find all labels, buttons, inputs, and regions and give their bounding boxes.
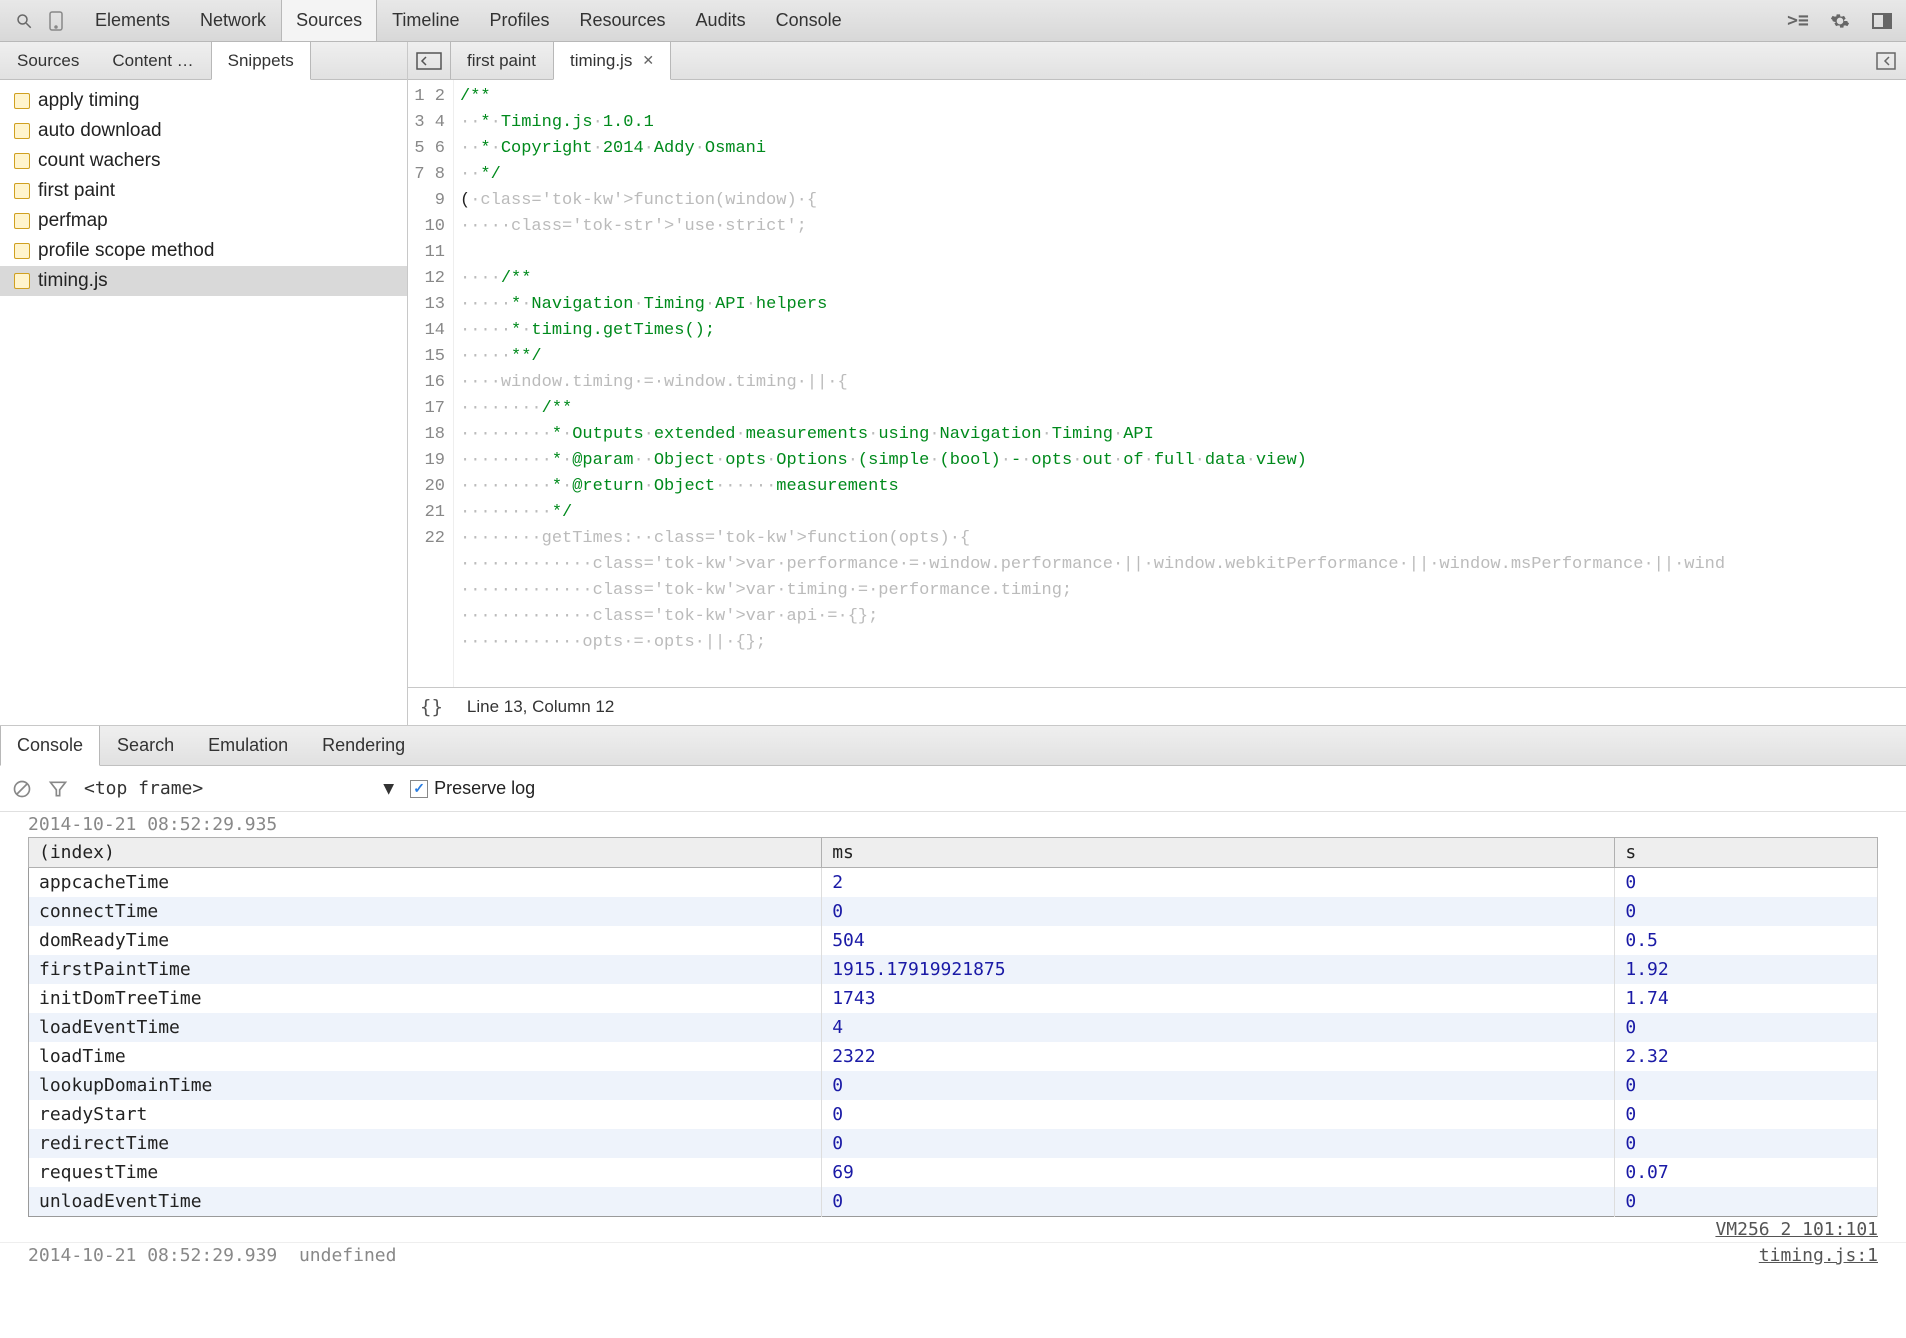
table-row: appcacheTime20	[29, 868, 1878, 898]
table-row: domReadyTime5040.5	[29, 926, 1878, 955]
sidebar-tab[interactable]: Sources	[0, 42, 96, 79]
file-label: profile scope method	[38, 240, 214, 262]
file-label: first paint	[38, 180, 115, 202]
filter-icon[interactable]	[48, 779, 68, 799]
snippet-file-item[interactable]: perfmap	[0, 206, 407, 236]
device-icon[interactable]	[40, 5, 72, 37]
drawer-tab-emulation[interactable]: Emulation	[191, 726, 305, 765]
table-row: redirectTime00	[29, 1129, 1878, 1158]
close-icon[interactable]: ✕	[642, 52, 654, 69]
snippets-file-list: apply timing auto download count wachers fi…	[0, 80, 407, 725]
editor-tab[interactable]: first paint	[450, 42, 553, 79]
snippet-file-icon	[14, 93, 30, 109]
panel-tab-console[interactable]: Console	[761, 0, 857, 41]
console-table: (index)mss appcacheTime20connectTime00do…	[28, 837, 1878, 1217]
devtools-root: ElementsNetworkSourcesTimelineProfilesRe…	[0, 0, 1906, 1338]
table-header[interactable]: ms	[822, 838, 1615, 868]
editor-tab[interactable]: timing.js ✕	[553, 42, 671, 80]
snippet-file-item[interactable]: first paint	[0, 176, 407, 206]
table-row: lookupDomainTime00	[29, 1071, 1878, 1100]
table-row: loadTime23222.32	[29, 1042, 1878, 1071]
console-output[interactable]: 2014-10-21 08:52:29.935 (index)mss appca…	[0, 812, 1906, 1338]
file-label: auto download	[38, 120, 162, 142]
sidebar: SourcesContent …Snippets apply timing aut…	[0, 42, 408, 725]
code-content[interactable]: /** ··*·Timing.js·1.0.1 ··*·Copyright·20…	[454, 80, 1906, 687]
file-label: count wachers	[38, 150, 161, 172]
panel-tab-elements[interactable]: Elements	[80, 0, 185, 41]
table-row: readyStart00	[29, 1100, 1878, 1129]
clear-console-icon[interactable]	[12, 779, 32, 799]
sidebar-tab[interactable]: Content …	[96, 42, 210, 79]
editor-tabbar: first paint timing.js ✕	[408, 42, 1906, 80]
message-source-link[interactable]: timing.js:1	[1759, 1245, 1878, 1266]
toggle-debugger-pane-icon[interactable]	[1866, 42, 1906, 79]
table-row: loadEventTime40	[29, 1013, 1878, 1042]
snippet-file-item[interactable]: auto download	[0, 116, 407, 146]
checkbox-checked-icon: ✓	[410, 780, 428, 798]
editor-statusbar: {} Line 13, Column 12	[408, 687, 1906, 725]
line-gutter: 1 2 3 4 5 6 7 8 9 10 11 12 13 14 15 16 1…	[408, 80, 454, 687]
drawer-tab-rendering[interactable]: Rendering	[305, 726, 422, 765]
snippet-file-icon	[14, 183, 30, 199]
frame-selector[interactable]: <top frame> ▼	[84, 778, 394, 799]
toolbar-right: >​≡	[1782, 5, 1898, 37]
panel-tab-profiles[interactable]: Profiles	[474, 0, 564, 41]
cursor-position: Line 13, Column 12	[467, 697, 614, 717]
panel-tab-timeline[interactable]: Timeline	[377, 0, 474, 41]
table-row: requestTime690.07	[29, 1158, 1878, 1187]
snippet-file-item[interactable]: timing.js	[0, 266, 407, 296]
drawer-tab-console[interactable]: Console	[0, 726, 100, 766]
tab-label: timing.js	[570, 51, 632, 71]
editor-area: first paint timing.js ✕ 1 2 3 4 5 6 7 8 9 …	[408, 42, 1906, 725]
preserve-log-checkbox[interactable]: ✓ Preserve log	[410, 778, 535, 799]
sidebar-tabs: SourcesContent …Snippets	[0, 42, 407, 80]
console-toolbar: <top frame> ▼ ✓ Preserve log	[0, 766, 1906, 812]
panel-tab-resources[interactable]: Resources	[565, 0, 681, 41]
panel-tab-network[interactable]: Network	[185, 0, 281, 41]
console-drawer-icon[interactable]: >​≡	[1782, 5, 1814, 37]
nav-history-icon[interactable]	[408, 42, 450, 79]
frame-label: <top frame>	[84, 778, 203, 799]
snippet-file-icon	[14, 213, 30, 229]
snippet-file-icon	[14, 243, 30, 259]
sidebar-tab[interactable]: Snippets	[211, 42, 311, 80]
drawer-tab-search[interactable]: Search	[100, 726, 191, 765]
file-label: timing.js	[38, 270, 108, 292]
log-timestamp: 2014-10-21 08:52:29.935	[0, 812, 1906, 837]
snippet-file-icon	[14, 153, 30, 169]
main-toolbar: ElementsNetworkSourcesTimelineProfilesRe…	[0, 0, 1906, 42]
search-icon[interactable]	[8, 5, 40, 37]
snippet-file-item[interactable]: profile scope method	[0, 236, 407, 266]
pretty-print-icon[interactable]: {}	[420, 696, 443, 718]
console-line: 2014-10-21 08:52:29.939 undefined timing…	[0, 1242, 1906, 1268]
table-row: firstPaintTime1915.179199218751.92	[29, 955, 1878, 984]
sources-body: SourcesContent …Snippets apply timing aut…	[0, 42, 1906, 726]
snippet-file-item[interactable]: count wachers	[0, 146, 407, 176]
preserve-log-label: Preserve log	[434, 778, 535, 799]
chevron-down-icon: ▼	[383, 778, 394, 799]
table-row: initDomTreeTime17431.74	[29, 984, 1878, 1013]
table-header[interactable]: s	[1615, 838, 1878, 868]
drawer: ConsoleSearchEmulationRendering <top fra…	[0, 726, 1906, 1338]
panel-tabs: ElementsNetworkSourcesTimelineProfilesRe…	[80, 0, 857, 41]
table-row: connectTime00	[29, 897, 1878, 926]
file-label: perfmap	[38, 210, 108, 232]
snippet-file-icon	[14, 273, 30, 289]
table-header[interactable]: (index)	[29, 838, 822, 868]
message-source-link[interactable]: VM256 2 101:101	[0, 1217, 1906, 1242]
tab-label: first paint	[467, 51, 536, 71]
table-row: unloadEventTime00	[29, 1187, 1878, 1217]
snippet-file-icon	[14, 123, 30, 139]
panel-tab-audits[interactable]: Audits	[681, 0, 761, 41]
file-label: apply timing	[38, 90, 139, 112]
code-viewport[interactable]: 1 2 3 4 5 6 7 8 9 10 11 12 13 14 15 16 1…	[408, 80, 1906, 687]
settings-gear-icon[interactable]	[1824, 5, 1856, 37]
panel-tab-sources[interactable]: Sources	[281, 0, 377, 41]
drawer-tabs: ConsoleSearchEmulationRendering	[0, 726, 1906, 766]
dock-side-icon[interactable]	[1866, 5, 1898, 37]
snippet-file-item[interactable]: apply timing	[0, 86, 407, 116]
